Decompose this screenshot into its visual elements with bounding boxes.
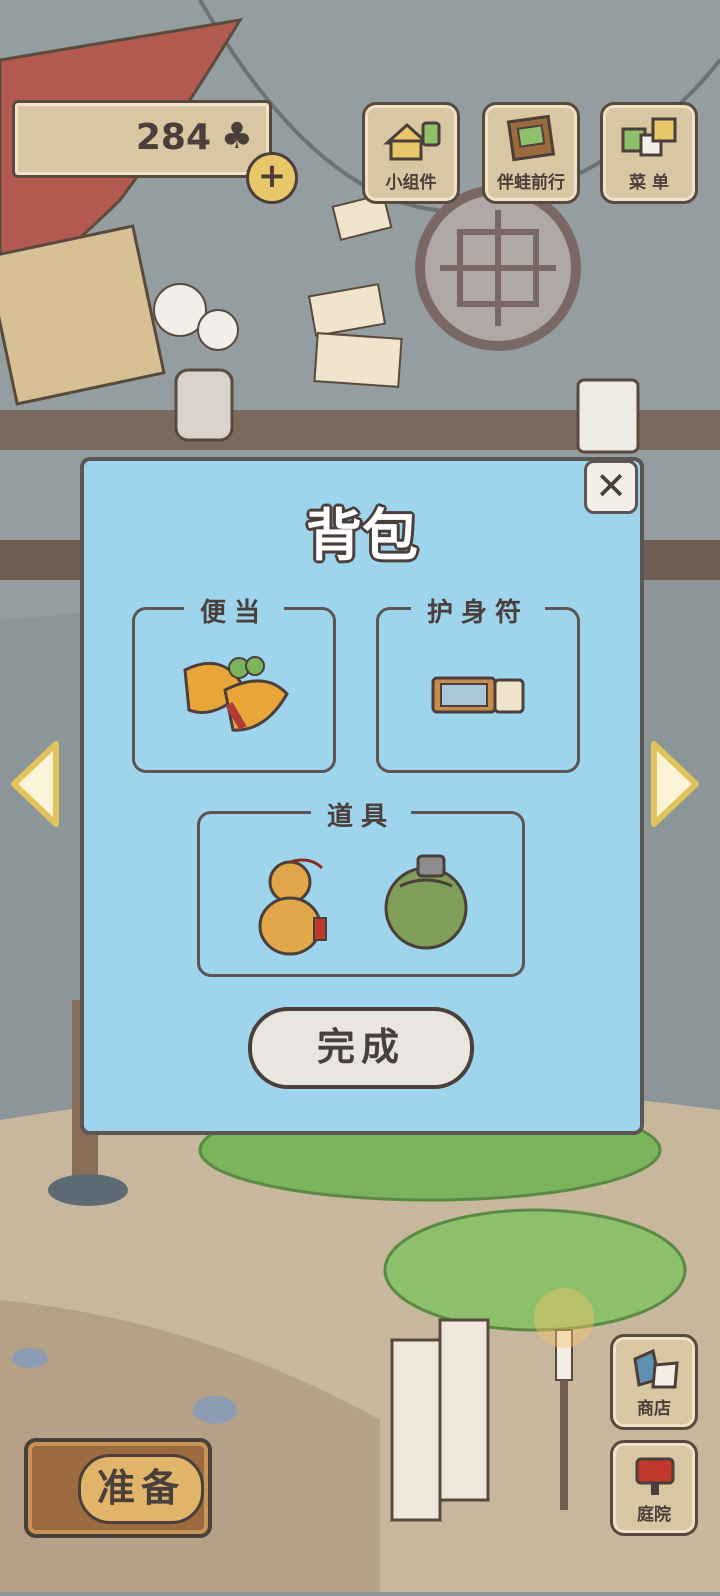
- tools-slot-label: 道具: [310, 796, 412, 833]
- close-icon: ✕: [595, 464, 627, 508]
- clover-icon: ♣: [220, 116, 253, 157]
- left-arrow-icon: [11, 741, 59, 827]
- journey-button-label: 伴蛙前行: [497, 173, 565, 193]
- right-arrow-icon: [651, 741, 699, 827]
- charm-slot[interactable]: 护身符: [376, 592, 580, 773]
- yard-button[interactable]: 庭院: [610, 1440, 698, 1536]
- bag-title: 背包: [306, 504, 418, 569]
- close-button[interactable]: ✕: [584, 460, 638, 514]
- shop-button-label: 商店: [637, 1399, 671, 1419]
- bag-panel: 背包 便当 护身符 道具 完成: [80, 457, 644, 1135]
- yard-button-label: 庭院: [637, 1505, 671, 1525]
- clover-counter: 284 ♣: [12, 100, 272, 178]
- journey-button[interactable]: 伴蛙前行: [482, 102, 580, 204]
- canteen-icon: [384, 854, 468, 950]
- menu-icon: [621, 117, 677, 157]
- clover-count: 284: [135, 117, 211, 158]
- shop-button[interactable]: 商店: [610, 1334, 698, 1430]
- prepare-button[interactable]: 准备: [24, 1438, 212, 1538]
- lunch-slot[interactable]: 便当: [132, 592, 336, 773]
- lunch-food-icon: [183, 656, 289, 732]
- prepare-button-label: 准备: [96, 1466, 185, 1510]
- widget-button-label: 小组件: [385, 173, 437, 193]
- gourd-icon: [258, 858, 327, 956]
- mailbox-icon: [635, 1457, 675, 1495]
- journal-icon: [506, 114, 556, 162]
- tools-slot[interactable]: 道具: [197, 796, 525, 977]
- menu-button[interactable]: 菜 单: [600, 102, 698, 204]
- charm-slot-label: 护身符: [410, 592, 546, 629]
- menu-button-label: 菜 单: [629, 173, 669, 193]
- previous-page-button[interactable]: [6, 740, 62, 828]
- charm-ticket-icon: [431, 676, 525, 714]
- next-page-button[interactable]: [648, 740, 704, 828]
- done-button-label: 完成: [316, 1025, 405, 1069]
- add-clover-button[interactable]: +: [246, 152, 298, 204]
- prepare-button-face: 准备: [78, 1454, 204, 1524]
- done-button[interactable]: 完成: [248, 1007, 474, 1089]
- widget-icon: [383, 121, 441, 161]
- plus-icon: +: [257, 156, 287, 196]
- lunch-slot-label: 便当: [183, 592, 285, 629]
- widget-button[interactable]: 小组件: [362, 102, 460, 204]
- shop-bag-icon: [633, 1348, 679, 1389]
